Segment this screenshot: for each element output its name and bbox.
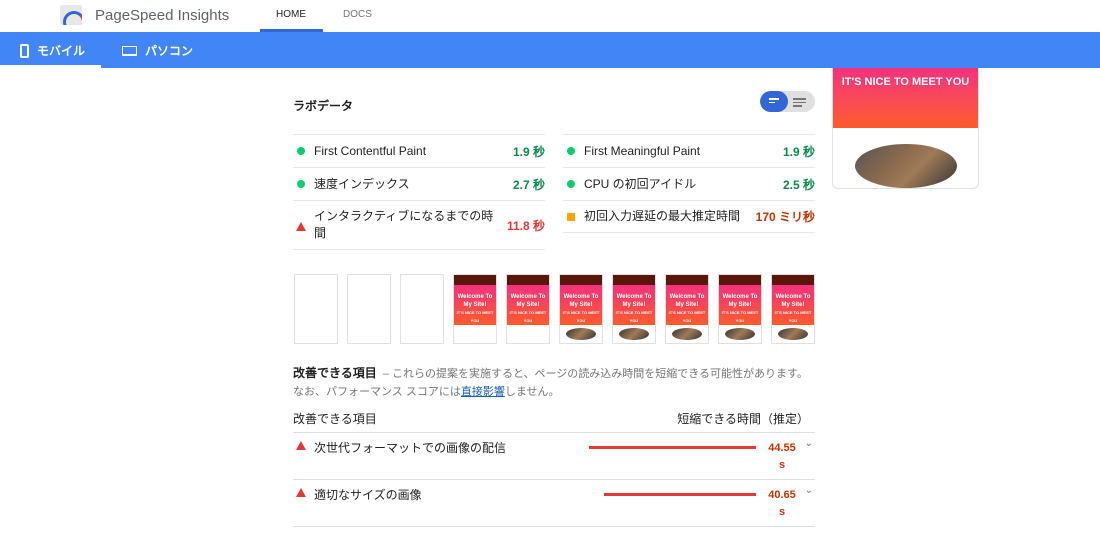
filmstrip-frame: Welcome To My Site! IT'S NICE TO MEET YOU [665,274,709,344]
preview-hero: IT'S NICE TO MEET YOU [833,68,978,128]
tab-desktop-label: パソコン [145,44,194,58]
filmstrip-frame: Welcome To My Site! IT'S NICE TO MEET YOU [559,274,603,344]
expanded-view-icon[interactable] [793,98,806,107]
filmstrip-frame: Welcome To My Site! IT'S NICE TO MEET YOU [612,274,656,344]
filmstrip-frame: Welcome To My Site! IT'S NICE TO MEET YOU [506,274,550,344]
opportunities-description: 改善できる項目 – これらの提案を実施すると、ページの読み込み時間を短縮できる可能… [293,366,808,398]
brand-name: PageSpeed Insights [95,7,230,24]
filmstrip-frame [400,274,444,344]
pagespeed-logo-icon [60,5,82,25]
top-bar: PageSpeed Insights HOME DOCS [0,0,1100,32]
filmstrip-frame [347,274,391,344]
nav-home[interactable]: HOME [276,9,306,20]
metric-speed-index: 速度インデックス 2.7 秒 [293,167,545,200]
filmstrip-frame: Welcome To My Site! IT'S NICE TO MEET YOU [718,274,762,344]
active-tab-indicator [0,65,101,68]
view-toggle[interactable] [760,91,815,112]
metric-fmp: First Meaningful Paint 1.9 秒 [563,134,815,167]
tab-mobile-label: モバイル [37,44,86,58]
savings-bar [604,493,756,496]
page-preview-screenshot: IT'S NICE TO MEET YOU [832,68,979,189]
opportunities-title: 改善できる項目 [293,366,377,380]
opportunities-header: 改善できる項目 短縮できる時間（推定） [293,410,815,433]
metric-fid: 初回入力遅延の最大推定時間 170 ミリ秒 [563,200,815,233]
chevron-down-icon: ⌄ [804,485,813,496]
laptop-icon [122,45,137,56]
filmstrip-frame: Welcome To My Site! IT'S NICE TO MEET YOU [453,274,497,344]
direct-impact-link[interactable]: 直接影響 [461,386,505,398]
lab-data-title: ラボデータ [293,99,354,113]
tab-desktop[interactable]: パソコン [122,42,193,59]
toggle-compact[interactable] [760,91,788,112]
nav-docs[interactable]: DOCS [343,9,372,20]
metric-tti: インタラクティブになるまでの時間 11.8 秒 [293,200,545,250]
opportunity-row[interactable]: 適切なサイズの画像 40.65 s ⌄ [293,480,815,527]
chevron-down-icon: ⌄ [804,438,813,449]
device-tabs: モバイル パソコン [0,32,1100,68]
filmstrip-frame: Welcome To My Site! IT'S NICE TO MEET YOU [771,274,815,344]
metric-fcp: First Contentful Paint 1.9 秒 [293,134,545,167]
filmstrip-frame [294,274,338,344]
preview-image [855,144,957,188]
metric-cpu-idle: CPU の初回アイドル 2.5 秒 [563,167,815,200]
compact-view-icon [769,98,779,106]
opportunity-row[interactable]: 次世代フォーマットでの画像の配信 44.55 s ⌄ [293,433,815,480]
savings-bar [589,446,756,449]
warning-icon [296,488,306,497]
warning-icon [296,441,306,450]
tab-mobile[interactable]: モバイル [20,42,85,59]
phone-icon [20,43,29,58]
